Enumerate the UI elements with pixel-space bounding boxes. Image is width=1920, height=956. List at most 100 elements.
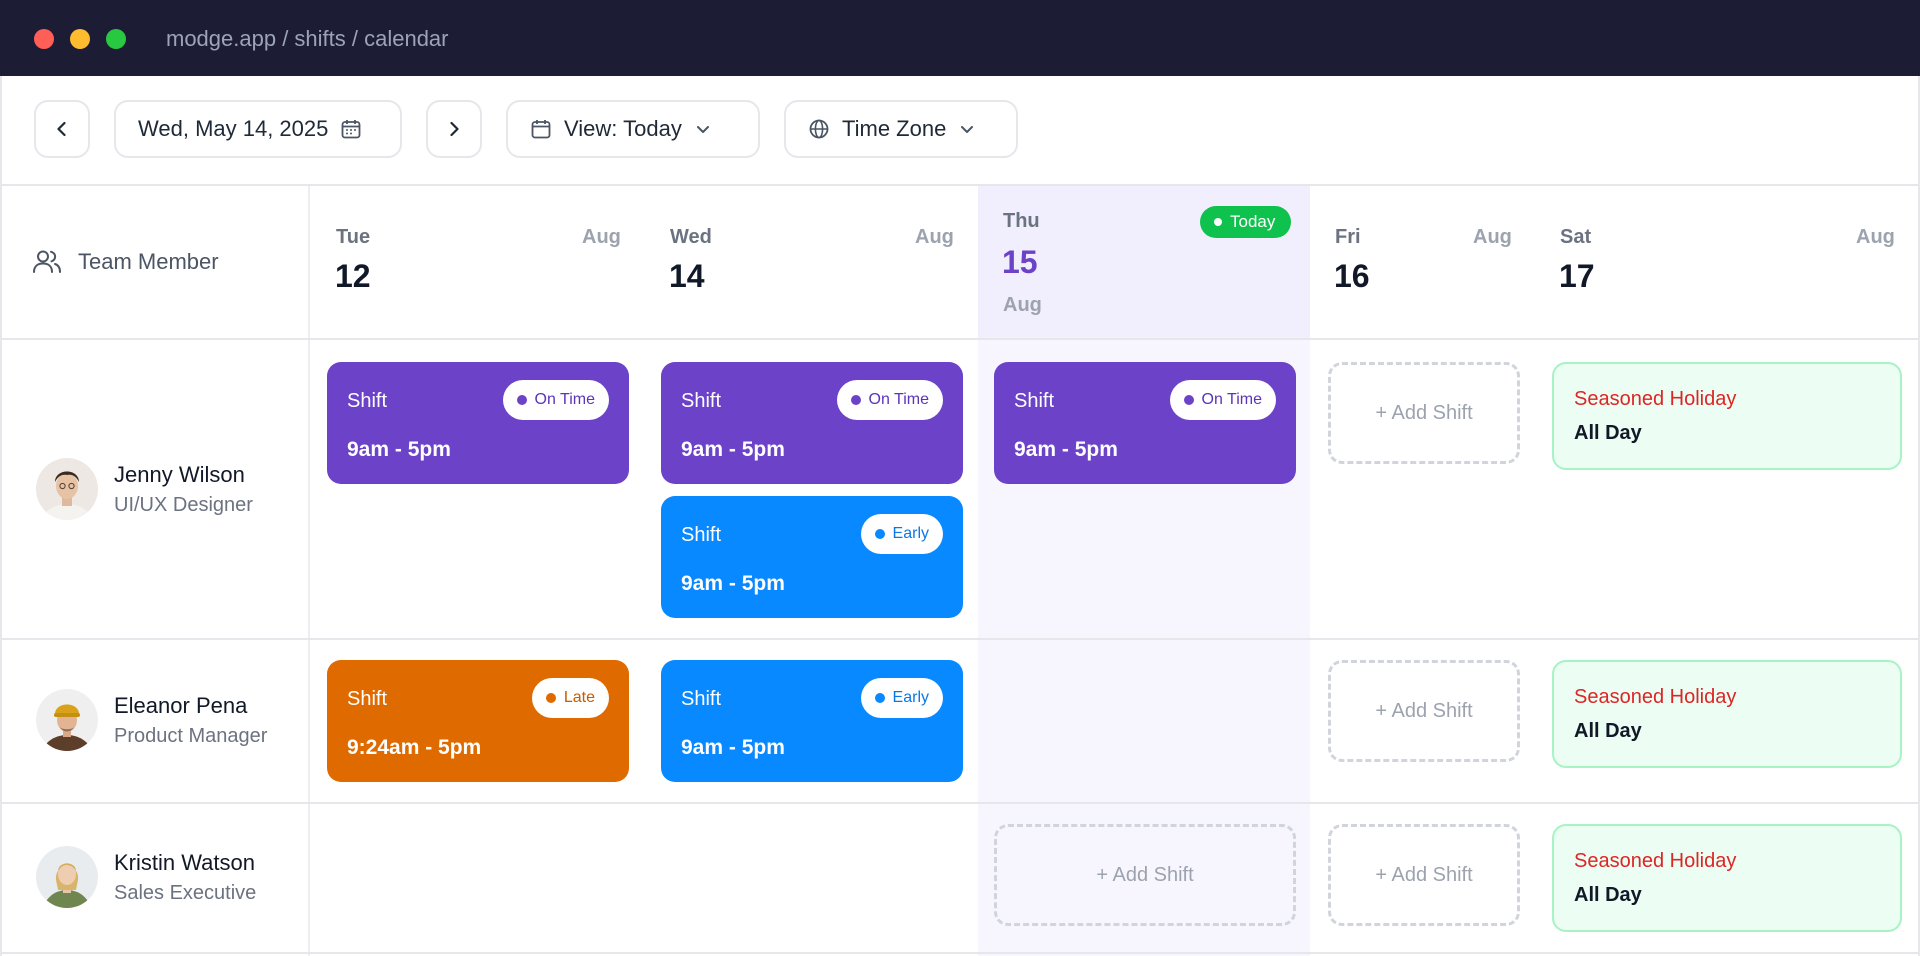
row-divider <box>0 952 1920 954</box>
timezone-label: Time Zone <box>842 116 947 141</box>
url-breadcrumb: modge.app / shifts / calendar <box>166 26 449 51</box>
current-date-label: Wed, May 14, 2025 <box>138 116 329 141</box>
row-divider <box>0 638 1920 640</box>
holiday-subtitle: All Day <box>1574 720 1642 742</box>
shift-status-pill: On Time <box>836 380 943 420</box>
shift-card[interactable]: Shift On Time 9am - 5pm <box>661 362 963 484</box>
member-name: Jenny Wilson <box>114 461 245 487</box>
day-name: Thu <box>1003 210 1040 232</box>
day-number: 16 <box>1334 258 1370 294</box>
minimize-window-dot[interactable] <box>70 29 90 49</box>
day-name: Fri <box>1335 226 1361 248</box>
day-number: 12 <box>335 258 371 294</box>
day-month: Aug <box>1856 226 1895 248</box>
view-label: View: Today <box>564 116 682 141</box>
today-badge-label: Today <box>1230 212 1276 231</box>
shift-status-pill: On Time <box>1169 380 1276 420</box>
avatar <box>36 458 98 520</box>
shift-status: On Time <box>534 391 595 408</box>
shift-label: Shift <box>681 688 722 710</box>
day-number: 14 <box>669 258 705 294</box>
member-role: Sales Executive <box>114 881 257 904</box>
previous-day-button[interactable] <box>34 100 90 158</box>
today-badge-dot <box>1214 218 1222 226</box>
shift-card[interactable]: Shift On Time 9am - 5pm <box>994 362 1296 484</box>
shift-card[interactable]: Shift Late 9:24am - 5pm <box>327 660 629 782</box>
row-divider <box>0 802 1920 804</box>
shift-time: 9am - 5pm <box>681 572 785 595</box>
date-picker-button[interactable]: Wed, May 14, 2025 <box>114 100 402 158</box>
member-name: Eleanor Pena <box>114 692 248 718</box>
chevron-left-icon <box>57 121 66 137</box>
shift-label: Shift <box>681 524 722 546</box>
team-member-header: Team Member <box>32 248 219 276</box>
toolbar: Wed, May 14, 2025 View: Today Time Zone <box>0 76 1920 186</box>
shift-time: 9am - 5pm <box>1014 438 1118 461</box>
globe-icon <box>809 119 829 139</box>
shift-status-pill: Early <box>860 678 943 718</box>
member-role: Product Manager <box>114 724 268 747</box>
day-number-today: 15 <box>1002 244 1038 280</box>
holiday-card[interactable]: Seasoned Holiday All Day <box>1552 362 1902 470</box>
holiday-title: Seasoned Holiday <box>1574 388 1737 410</box>
calendar-icon <box>341 120 361 139</box>
shift-status-pill: On Time <box>502 380 609 420</box>
shift-label: Shift <box>681 390 722 412</box>
shift-card[interactable]: Shift On Time 9am - 5pm <box>327 362 629 484</box>
team-member-row[interactable]: Jenny Wilson UI/UX Designer <box>36 458 253 520</box>
team-member-row[interactable]: Kristin Watson Sales Executive <box>36 846 256 908</box>
member-role: UI/UX Designer <box>114 493 253 516</box>
status-dot <box>850 395 861 405</box>
day-name: Tue <box>336 226 371 248</box>
holiday-card[interactable]: Seasoned Holiday All Day <box>1552 824 1902 932</box>
team-member-label: Team Member <box>78 249 219 274</box>
shift-status: Early <box>892 525 929 542</box>
shift-label: Shift <box>347 688 388 710</box>
add-shift-button[interactable]: + Add Shift <box>1328 660 1520 762</box>
holiday-title: Seasoned Holiday <box>1574 686 1737 708</box>
timezone-dropdown[interactable]: Time Zone <box>784 100 1018 158</box>
day-number: 17 <box>1559 258 1595 294</box>
shift-time: 9am - 5pm <box>347 438 451 461</box>
users-icon <box>33 250 61 273</box>
chevron-right-icon <box>450 121 459 137</box>
status-dot <box>516 395 527 405</box>
shift-time: 9:24am - 5pm <box>347 736 482 759</box>
chevron-down-icon <box>696 126 709 133</box>
day-month: Aug <box>915 226 954 248</box>
maximize-window-dot[interactable] <box>106 29 126 49</box>
view-dropdown[interactable]: View: Today <box>506 100 760 158</box>
shift-label: Shift <box>347 390 388 412</box>
holiday-subtitle: All Day <box>1574 422 1642 444</box>
add-shift-button[interactable]: + Add Shift <box>994 824 1296 926</box>
member-name: Kristin Watson <box>114 849 256 875</box>
shift-time: 9am - 5pm <box>681 438 785 461</box>
day-month: Aug <box>582 226 621 248</box>
close-window-dot[interactable] <box>34 29 54 49</box>
day-month: Aug <box>1473 226 1512 248</box>
shift-status: Early <box>892 689 929 706</box>
day-name: Wed <box>670 226 712 248</box>
status-dot <box>874 693 885 703</box>
calendar-icon <box>531 120 551 139</box>
status-dot <box>545 693 556 703</box>
shift-status: On Time <box>1201 391 1262 408</box>
status-dot <box>1183 395 1194 405</box>
window-titlebar: modge.app / shifts / calendar <box>0 0 1920 76</box>
day-name: Sat <box>1560 226 1592 248</box>
shift-status-pill: Early <box>860 514 943 554</box>
shift-card[interactable]: Shift Early 9am - 5pm <box>661 496 963 618</box>
avatar <box>36 689 98 751</box>
avatar <box>36 846 98 908</box>
shift-label: Shift <box>1014 390 1055 412</box>
shift-status: On Time <box>868 391 929 408</box>
today-badge: Today <box>1200 206 1292 238</box>
holiday-card[interactable]: Seasoned Holiday All Day <box>1552 660 1902 768</box>
add-shift-button[interactable]: + Add Shift <box>1328 824 1520 926</box>
column-divider <box>308 186 310 956</box>
add-shift-button[interactable]: + Add Shift <box>1328 362 1520 464</box>
shift-card[interactable]: Shift Early 9am - 5pm <box>661 660 963 782</box>
next-day-button[interactable] <box>426 100 482 158</box>
holiday-subtitle: All Day <box>1574 884 1642 906</box>
team-member-row[interactable]: Eleanor Pena Product Manager <box>36 689 267 751</box>
